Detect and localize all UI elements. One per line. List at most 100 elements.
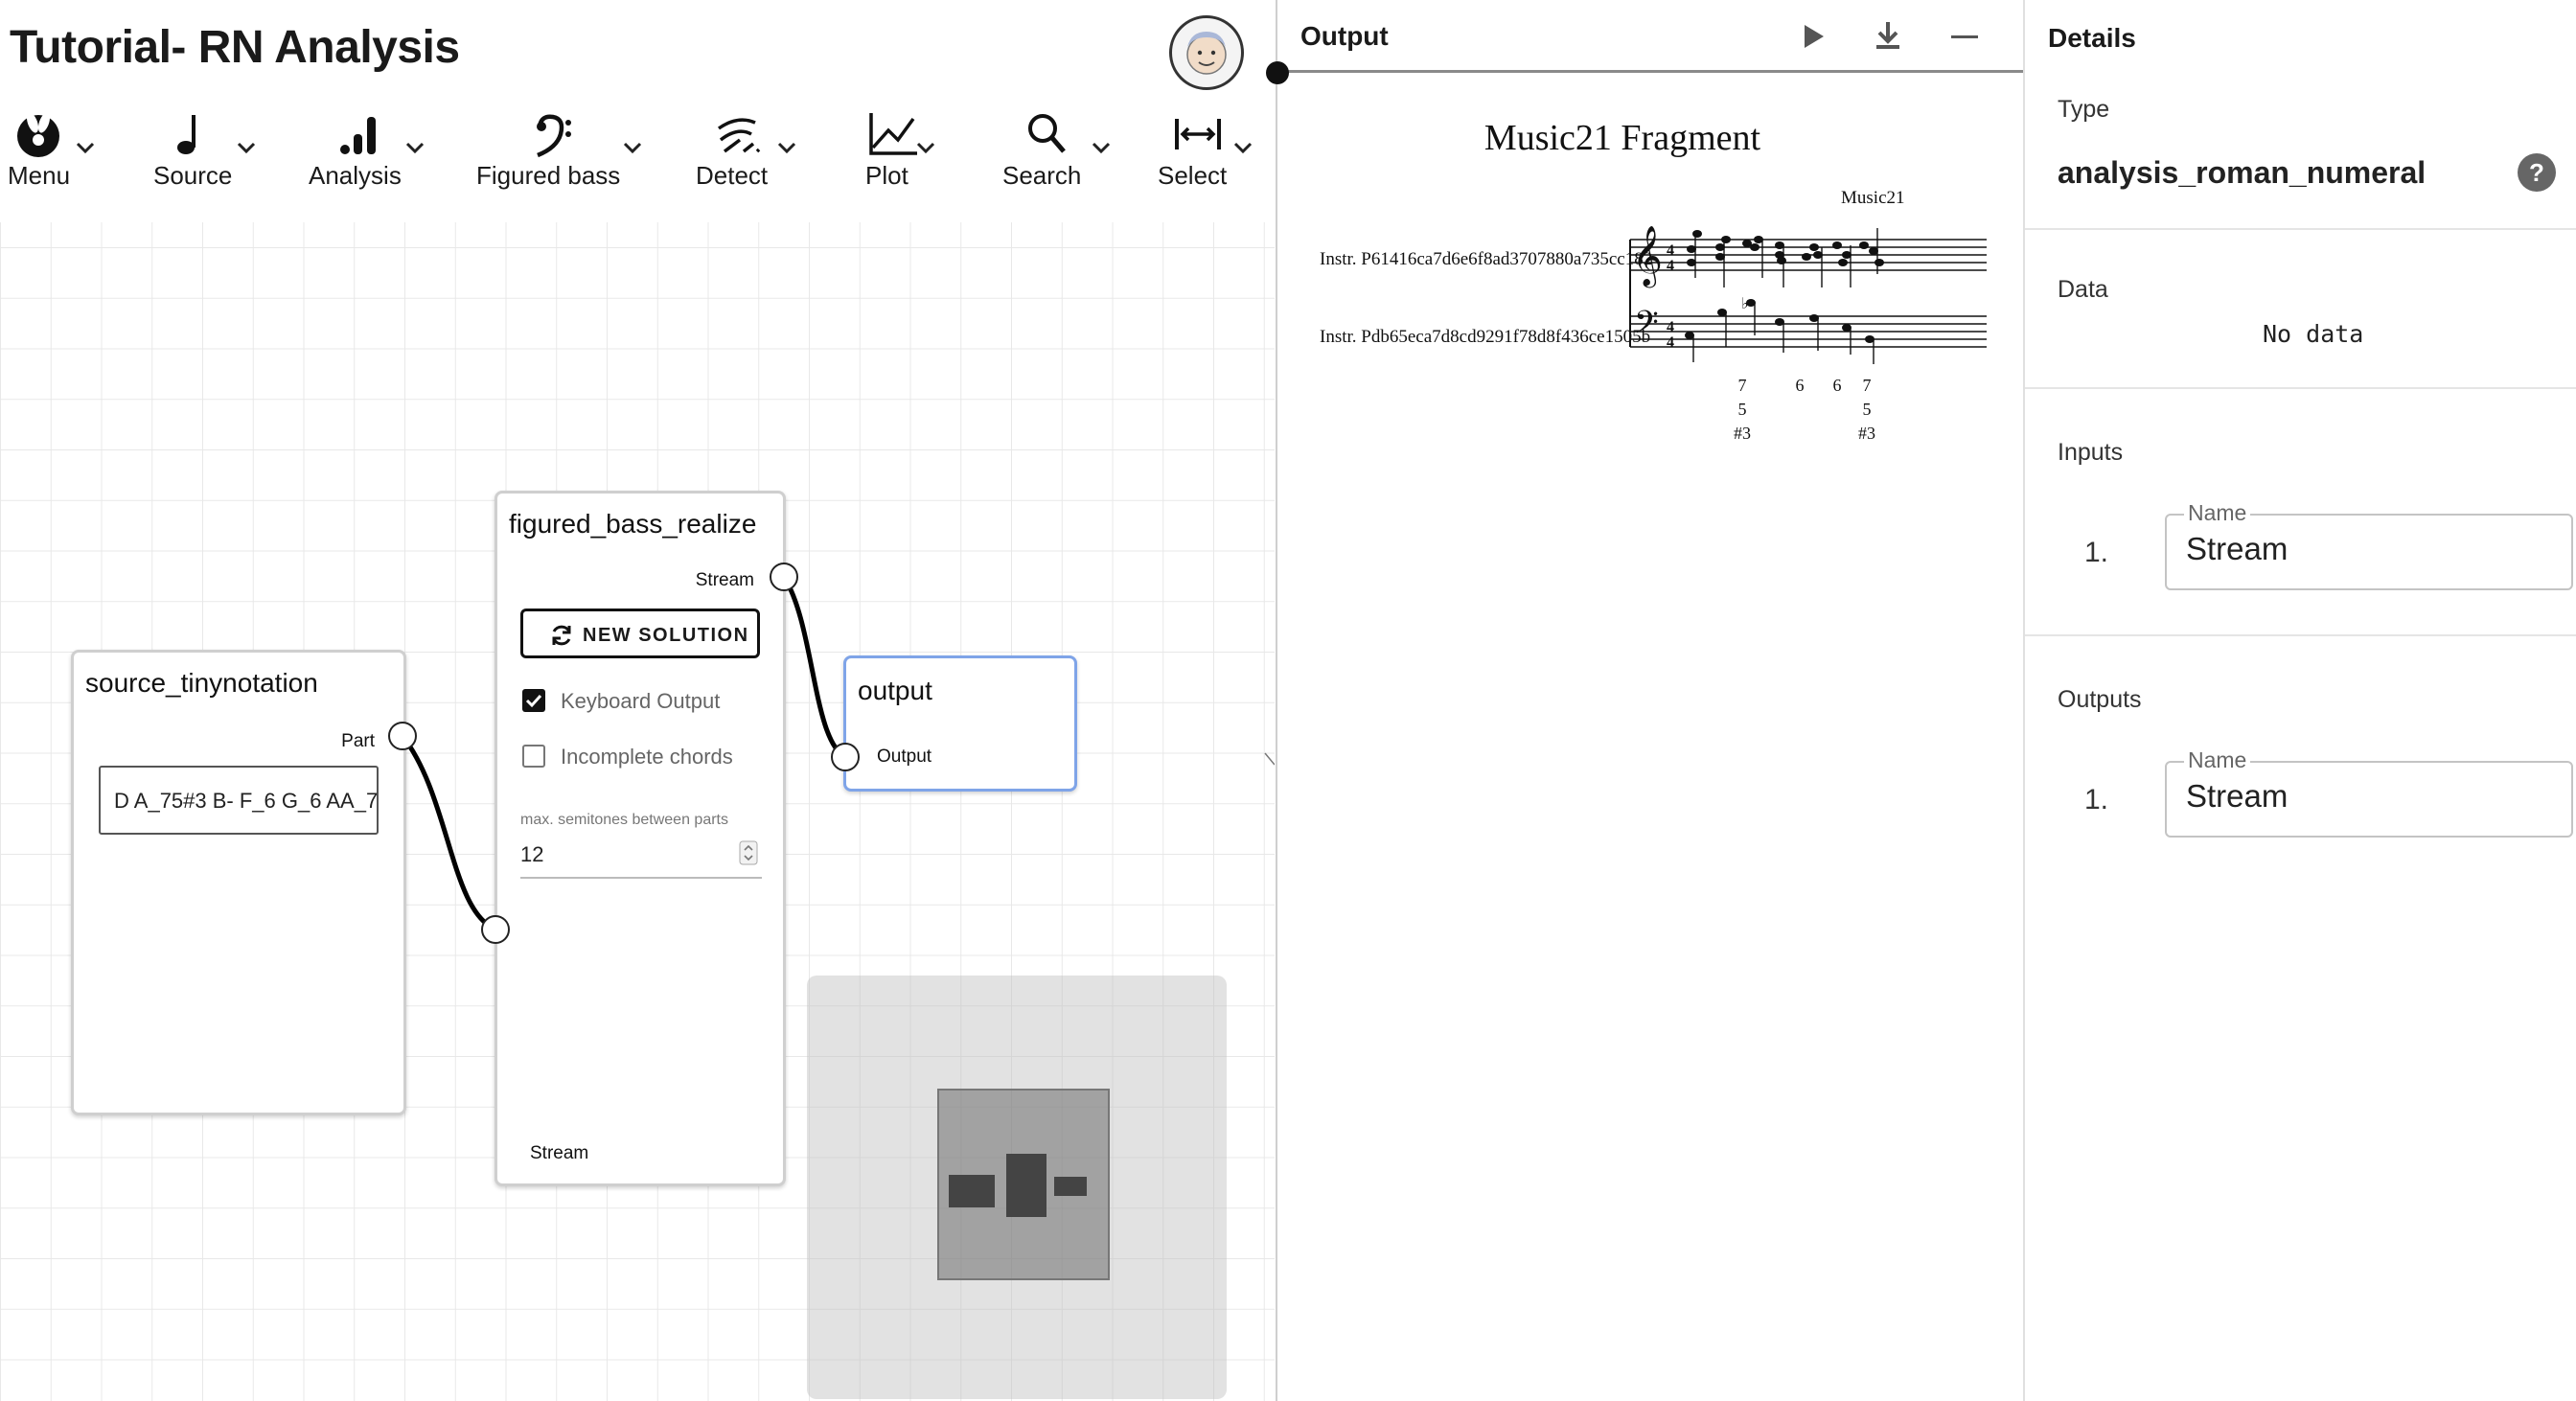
music-note-icon bbox=[177, 115, 196, 154]
toolbar-figured-bass[interactable]: Figured bass bbox=[474, 103, 647, 199]
toolbar-label: Analysis bbox=[309, 161, 402, 190]
toolbar-label: Detect bbox=[696, 161, 769, 190]
chevron-down-icon bbox=[405, 142, 425, 154]
bass-clef-glyph-icon: 𝄢 bbox=[1634, 305, 1659, 349]
figure-3: 6 bbox=[1832, 376, 1842, 395]
toolbar-search[interactable]: Search bbox=[997, 103, 1112, 199]
toolbar-label: Plot bbox=[865, 161, 908, 190]
refresh-icon bbox=[552, 625, 571, 646]
minimap-node bbox=[1006, 1154, 1046, 1217]
toolbar-detect[interactable]: Detect bbox=[690, 103, 805, 199]
incomplete-chords-label: Incomplete chords bbox=[561, 745, 733, 769]
output-divider bbox=[1277, 70, 2025, 73]
wire-stream-to-output[interactable] bbox=[781, 575, 847, 760]
node-figured-bass-realize[interactable]: figured_bass_realize Stream NEW SOLUTION… bbox=[494, 491, 786, 1186]
minimize-icon[interactable] bbox=[1948, 21, 1981, 54]
output-index: 1. bbox=[2084, 784, 2109, 815]
output-panel: Output Music21 Fragment Music21 Instr. P… bbox=[1266, 0, 2025, 1401]
menu-app-icon bbox=[17, 112, 59, 157]
figure-2: 6 bbox=[1795, 376, 1805, 395]
keyboard-output-checkbox[interactable] bbox=[522, 689, 545, 712]
chevron-down-icon bbox=[916, 142, 935, 154]
details-heading: Details bbox=[2048, 23, 2136, 53]
download-icon[interactable] bbox=[1872, 19, 1904, 52]
treble-clef-icon: 𝄞 bbox=[1632, 225, 1663, 288]
minimap[interactable] bbox=[807, 976, 1227, 1399]
details-separator bbox=[2025, 634, 2576, 636]
output-name-field[interactable]: Name Stream bbox=[2165, 747, 2573, 838]
toolbar-plot[interactable]: Plot bbox=[858, 103, 944, 199]
staff-notation: 𝄞 𝄢 4 4 4 4 ♭ bbox=[1629, 225, 1987, 364]
keyboard-output-label: Keyboard Output bbox=[561, 689, 721, 713]
node-title: figured_bass_realize bbox=[509, 509, 757, 539]
svg-text:♭: ♭ bbox=[1741, 294, 1749, 312]
figure-4: 7 5 #3 bbox=[1858, 376, 1875, 443]
resize-handle-icon[interactable] bbox=[1263, 751, 1275, 767]
svg-text:4: 4 bbox=[1667, 334, 1674, 351]
toolbar-select[interactable]: Select bbox=[1152, 103, 1267, 199]
page-title: Tutorial- RN Analysis bbox=[10, 22, 460, 73]
new-solution-button[interactable]: NEW SOLUTION bbox=[520, 609, 760, 658]
toolbar-label: Figured bass bbox=[476, 161, 621, 190]
port-in-stream[interactable] bbox=[481, 915, 510, 944]
chevron-down-icon bbox=[1233, 142, 1253, 154]
incomplete-chords-checkbox[interactable] bbox=[522, 745, 545, 768]
panel-drag-handle[interactable] bbox=[1266, 61, 1289, 84]
outputs-label: Outputs bbox=[2058, 686, 2142, 713]
minimap-node bbox=[949, 1175, 995, 1207]
chevron-down-icon bbox=[76, 142, 95, 154]
tinynotation-input[interactable]: D A_75#3 B- F_6 G_6 AA_7 bbox=[99, 766, 379, 835]
svg-text:4: 4 bbox=[1667, 319, 1674, 335]
avatar[interactable] bbox=[1169, 15, 1244, 90]
toolbar-menu[interactable]: Menu bbox=[0, 103, 96, 199]
play-icon[interactable] bbox=[1797, 21, 1828, 52]
port-label-part: Part bbox=[341, 731, 375, 751]
toolbar-label: Select bbox=[1158, 161, 1228, 190]
editor-area: Tutorial- RN Analysis Menu Source Analys… bbox=[0, 0, 1275, 1401]
signal-detect-icon bbox=[717, 118, 761, 153]
port-label-stream-out: Stream bbox=[695, 570, 754, 590]
toolbar-source[interactable]: Source bbox=[144, 103, 259, 199]
svg-text:4: 4 bbox=[1667, 242, 1674, 259]
toolbar-label: Menu bbox=[8, 161, 71, 190]
port-label-output: Output bbox=[877, 746, 932, 767]
bass-clef-icon bbox=[537, 114, 571, 158]
search-icon bbox=[1028, 114, 1066, 153]
semitones-label: max. semitones between parts bbox=[520, 812, 728, 828]
output-heading: Output bbox=[1300, 21, 1389, 51]
details-panel: Details Type analysis_roman_numeral ? Da… bbox=[2023, 0, 2576, 1401]
port-in-output[interactable] bbox=[831, 743, 860, 771]
semitones-number-input[interactable]: 12 bbox=[520, 833, 762, 879]
svg-text:4: 4 bbox=[1667, 258, 1674, 274]
data-label: Data bbox=[2058, 276, 2108, 303]
node-output[interactable]: output Output bbox=[843, 655, 1077, 792]
chevron-down-icon bbox=[623, 142, 642, 154]
wire-part-to-stream[interactable] bbox=[401, 734, 498, 932]
node-source-tinynotation[interactable]: source_tinynotation Part D A_75#3 B- F_6… bbox=[71, 650, 406, 1115]
type-label: Type bbox=[2058, 96, 2110, 123]
figure-1: 7 5 #3 bbox=[1734, 376, 1751, 443]
select-range-icon bbox=[1175, 119, 1221, 149]
score-render: Music21 Fragment Music21 Instr. P61416ca… bbox=[1316, 105, 1987, 470]
minimap-node bbox=[1054, 1177, 1087, 1196]
inputs-label: Inputs bbox=[2058, 439, 2124, 466]
port-label-stream-in: Stream bbox=[530, 1143, 589, 1163]
input-name-field[interactable]: Name Stream bbox=[2165, 500, 2573, 590]
toolbar-analysis[interactable]: Analysis bbox=[305, 103, 429, 199]
details-separator bbox=[2025, 228, 2576, 230]
help-icon[interactable]: ? bbox=[2516, 151, 2558, 194]
node-title: source_tinynotation bbox=[85, 668, 318, 698]
svg-text:?: ? bbox=[2529, 158, 2544, 187]
chevron-down-icon bbox=[777, 142, 796, 154]
node-title: output bbox=[858, 676, 932, 705]
port-out-stream[interactable] bbox=[770, 563, 798, 591]
graph-canvas[interactable]: source_tinynotation Part D A_75#3 B- F_6… bbox=[0, 222, 1275, 1401]
input-index: 1. bbox=[2084, 537, 2109, 568]
chevron-down-icon bbox=[1092, 142, 1111, 154]
bar-chart-icon bbox=[340, 117, 376, 154]
data-value: No data bbox=[2263, 320, 2364, 348]
details-separator bbox=[2025, 387, 2576, 389]
port-out-part[interactable] bbox=[388, 722, 417, 750]
toolbar: Menu Source Analysis Figured bass Detect… bbox=[0, 103, 1275, 199]
stepper-icon[interactable] bbox=[739, 840, 758, 865]
